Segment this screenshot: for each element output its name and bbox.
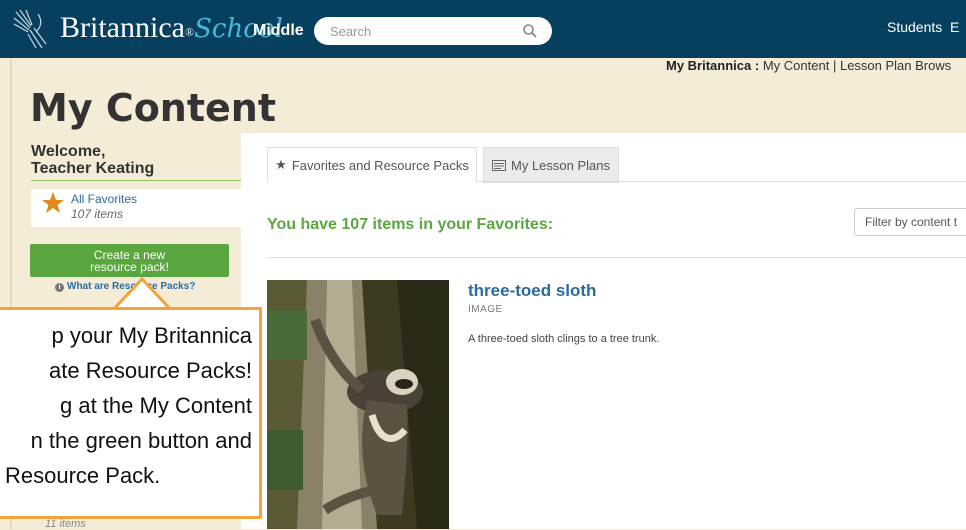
create-resource-pack-label: Create a new resource pack! <box>90 247 169 274</box>
brand-name: Britannica <box>60 11 185 44</box>
callout-pointer <box>112 277 172 311</box>
breadcrumb-root[interactable]: My Britannica <box>666 58 751 73</box>
search-box <box>314 17 552 45</box>
teacher-name: Teacher Keating <box>31 160 155 177</box>
tab-label: Favorites and Resource Packs <box>291 157 469 173</box>
tier-label: Middle <box>253 22 304 39</box>
top-navigation-bar: Britannica®School Middle Students E <box>0 0 966 58</box>
star-icon <box>42 192 64 213</box>
main-content-panel: ★ Favorites and Resource Packs My Lesson … <box>241 133 966 529</box>
search-input[interactable] <box>328 23 522 40</box>
item-description: A three-toed sloth clings to a tree trun… <box>468 333 660 345</box>
all-favorites-item[interactable]: All Favorites 107 items <box>31 189 241 227</box>
tutorial-callout: p your My Britannica ate Resource Packs!… <box>0 307 262 519</box>
pack-item-count: 11 items <box>45 518 86 530</box>
item-title-link[interactable]: three-toed sloth <box>468 281 596 301</box>
star-icon: ★ <box>275 157 287 172</box>
item-type-label: IMAGE <box>468 304 503 315</box>
filter-by-content-type-select[interactable]: Filter by content t <box>854 208 966 236</box>
tab-favorites-resource-packs[interactable]: ★ Favorites and Resource Packs <box>267 147 477 183</box>
breadcrumb-separator: : <box>754 58 760 73</box>
nav-next-link[interactable]: E <box>950 19 959 35</box>
brand-registered-mark: ® <box>184 25 195 39</box>
welcome-message: Welcome, Teacher Keating <box>31 143 241 177</box>
callout-line: n the green button and <box>30 428 252 453</box>
breadcrumb-lesson-plan-browser[interactable]: Lesson Plan Brows <box>840 58 951 73</box>
breadcrumb-my-content[interactable]: My Content <box>763 58 829 73</box>
tab-my-lesson-plans[interactable]: My Lesson Plans <box>483 147 619 183</box>
lesson-plan-icon <box>492 159 506 171</box>
divider <box>31 180 241 181</box>
callout-text: p your My Britannica ate Resource Packs!… <box>0 318 252 493</box>
britannica-school-logo[interactable]: Britannica®School <box>60 8 283 49</box>
breadcrumb: My Britannica : My Content | Lesson Plan… <box>666 58 951 73</box>
sloth-image[interactable] <box>267 280 449 529</box>
favorites-count-heading: You have 107 items in your Favorites: <box>267 216 554 233</box>
tab-label: My Lesson Plans <box>511 157 610 173</box>
search-icon[interactable] <box>522 23 538 39</box>
page-title: My Content <box>30 86 277 130</box>
callout-line: Resource Pack. <box>5 463 161 488</box>
callout-line: p your My Britannica <box>51 323 252 348</box>
callout-line: ate Resource Packs! <box>49 358 252 383</box>
all-favorites-link[interactable]: All Favorites <box>71 192 137 206</box>
favorites-count: 107 items <box>71 207 124 221</box>
divider <box>267 257 966 258</box>
create-resource-pack-button[interactable]: Create a new resource pack! <box>30 244 229 277</box>
breadcrumb-separator: | <box>832 58 837 73</box>
nav-students-link[interactable]: Students <box>887 19 942 35</box>
welcome-line: Welcome, <box>31 143 106 160</box>
callout-line: g at the My Content <box>60 393 252 418</box>
info-icon: i <box>55 283 64 292</box>
thistle-logo-icon <box>13 9 47 49</box>
